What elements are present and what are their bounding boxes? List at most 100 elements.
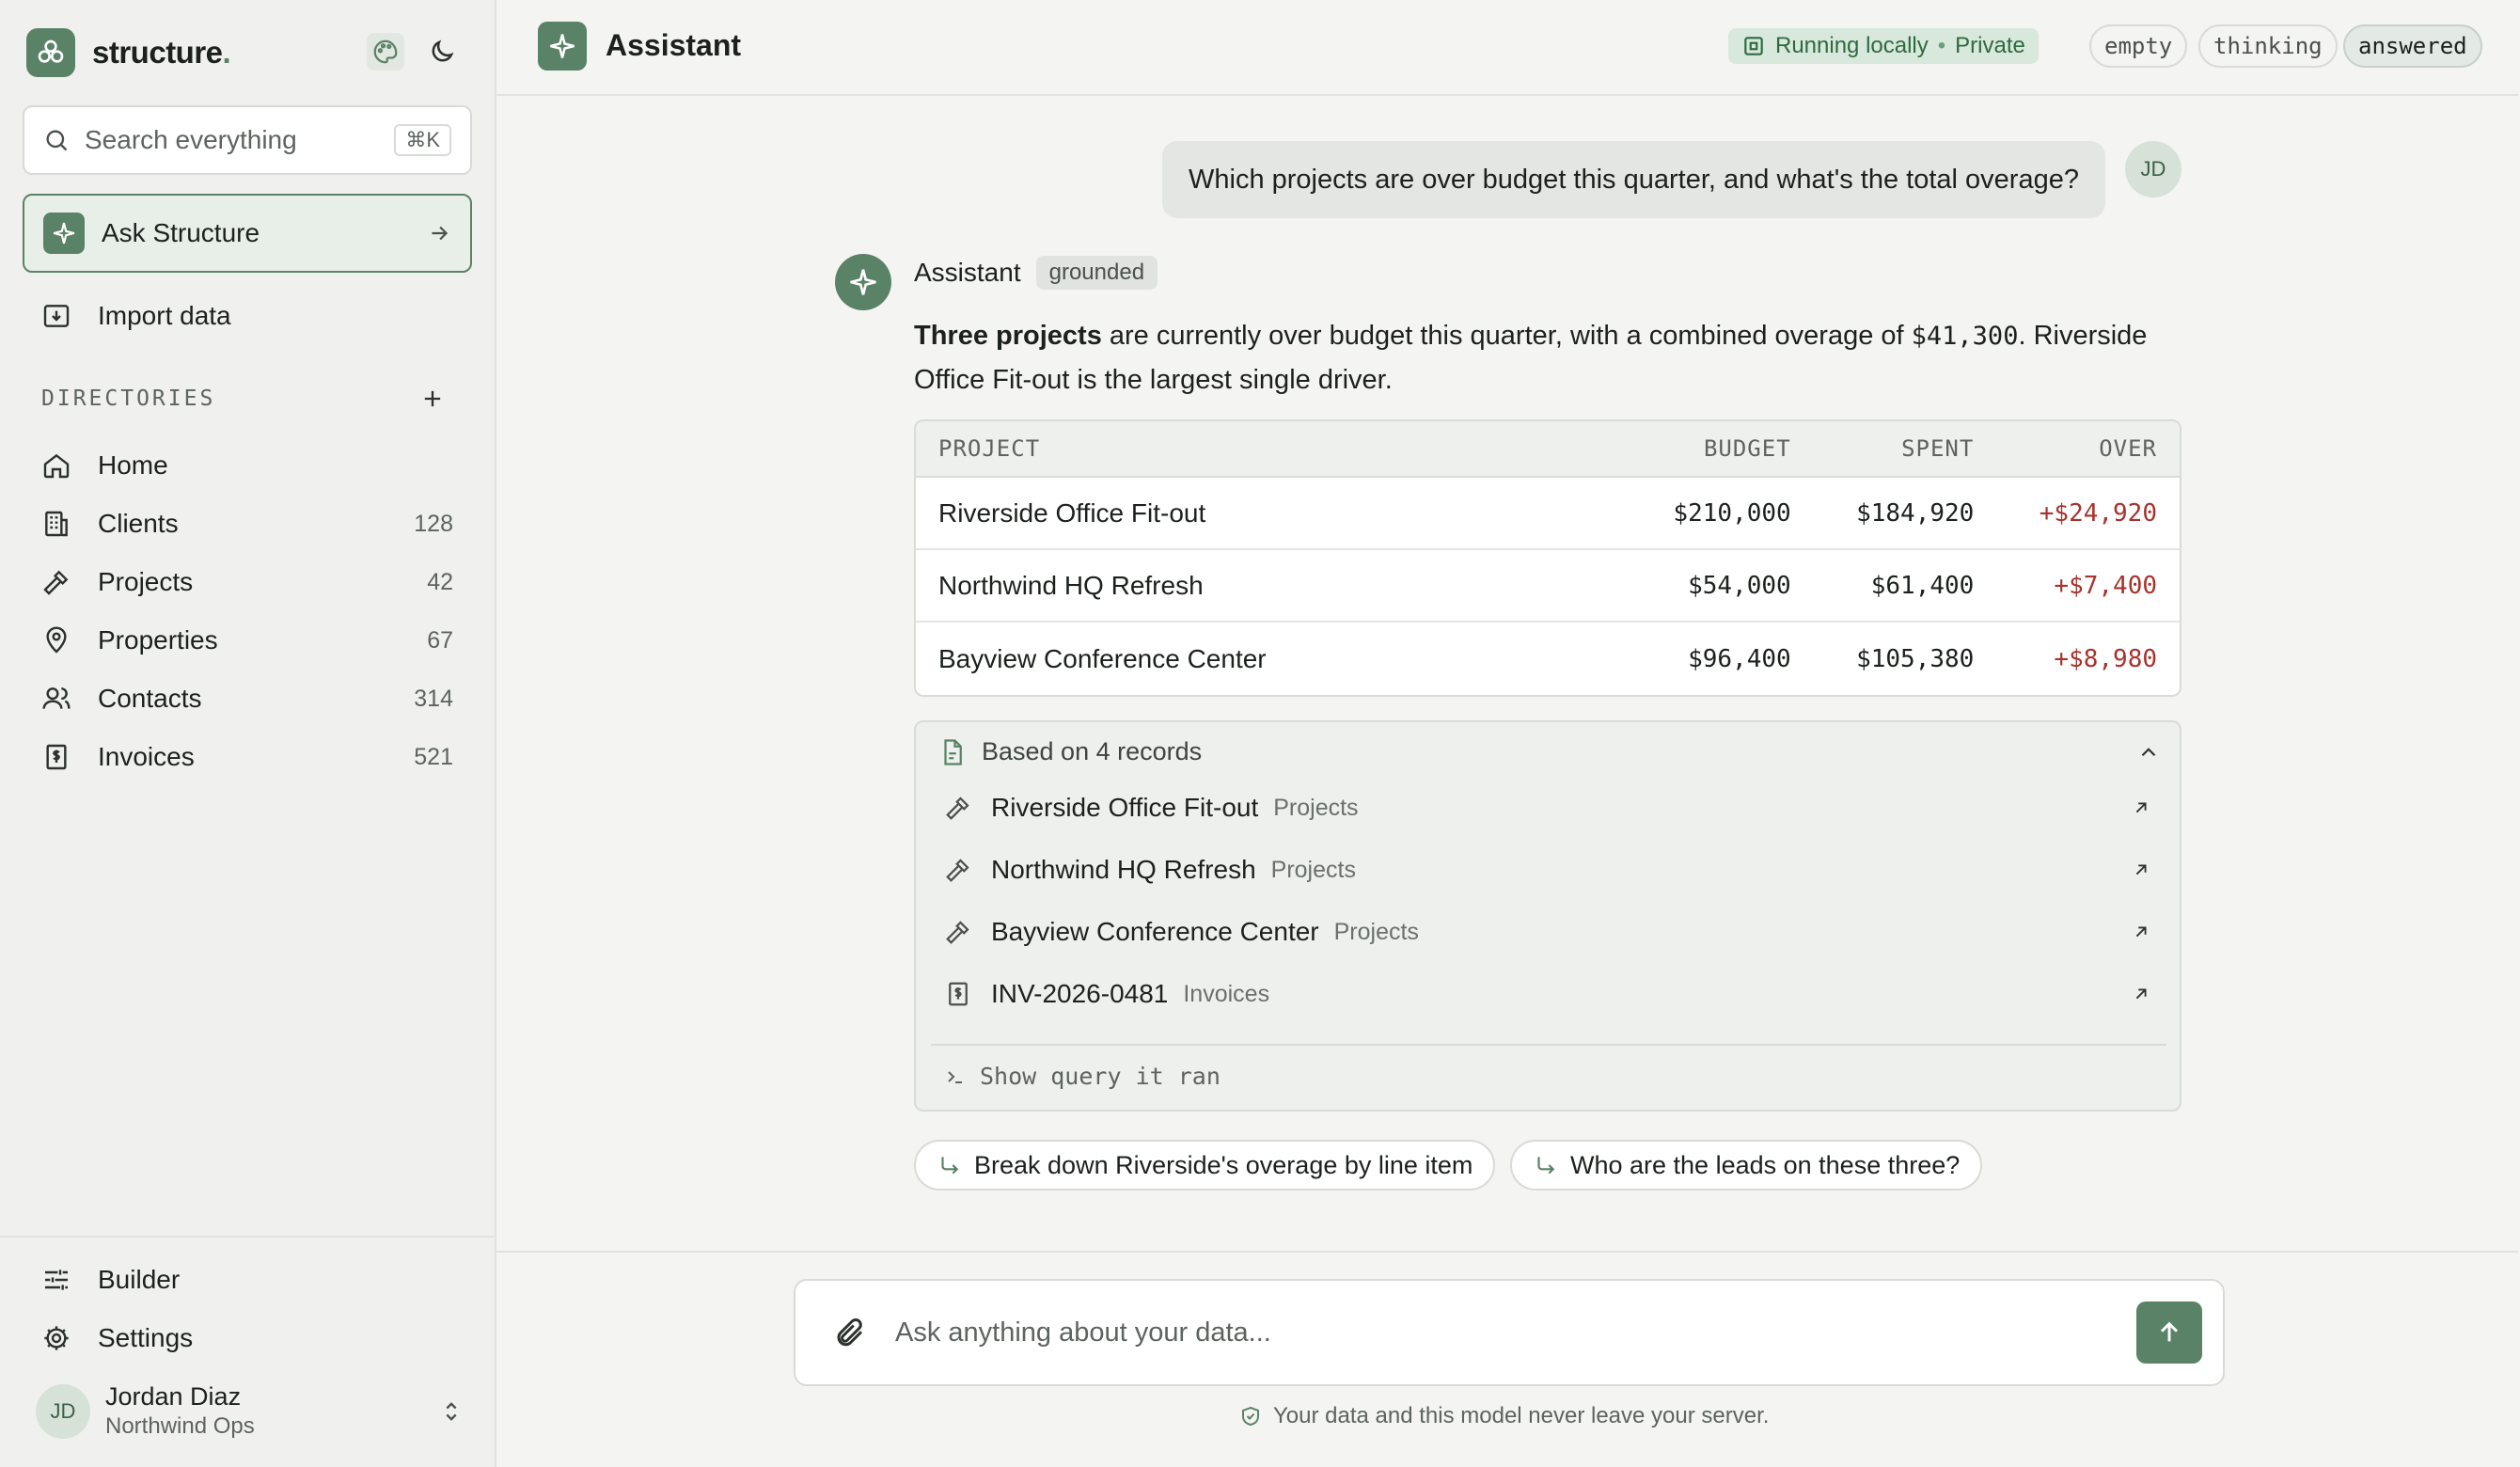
sidebar-item-builder[interactable]: Builder: [41, 1256, 453, 1303]
cell-spent: $61,400: [1813, 550, 1997, 623]
sidebar-item-invoices[interactable]: Invoices 521: [41, 734, 453, 781]
header: Assistant Running locally • Private empt…: [496, 0, 2518, 96]
chevron-up-down-icon: [446, 1401, 457, 1421]
privacy-note: Your data and this model never leave you…: [1239, 1403, 1769, 1429]
user-info: Jordan Diaz Northwind Ops: [105, 1382, 438, 1440]
record-item[interactable]: Bayview Conference Center Projects: [944, 908, 2151, 955]
user-name: Jordan Diaz: [105, 1382, 242, 1411]
answer-text-1: are currently over budget this quarter, …: [1101, 321, 1912, 351]
sidebar-item-label: Clients: [98, 509, 179, 538]
arrow-up-right-icon: [2135, 802, 2147, 813]
hammer-icon: [946, 797, 969, 820]
state-toggle-empty[interactable]: empty: [2089, 24, 2188, 68]
sidebar-item-properties[interactable]: Properties 67: [41, 617, 453, 664]
sidebar-item-count: 67: [427, 626, 453, 654]
source-records-panel: Based on 4 records Riverside Office Fit-…: [914, 720, 2181, 1112]
record-name: INV-2026-0481: [991, 979, 1169, 1008]
record-category: Projects: [1273, 794, 1359, 821]
arrow-up-right-icon: [2135, 864, 2147, 875]
sidebar-item-clients[interactable]: Clients 128: [41, 500, 453, 547]
sidebar-item-projects[interactable]: Projects 42: [41, 559, 453, 606]
suggestion-chip[interactable]: Who are the leads on these three?: [1510, 1140, 1983, 1191]
table-header-row: PROJECT BUDGET SPENT OVER: [916, 421, 2180, 478]
sidebar-item-count: 42: [427, 568, 453, 595]
record-item[interactable]: Northwind HQ Refresh Projects: [944, 846, 2151, 893]
page-title: Assistant: [606, 28, 742, 62]
arrow-up-icon: [2160, 1321, 2179, 1342]
records-title: Based on 4 records: [982, 737, 1203, 765]
cell-over: +$8,980: [2054, 644, 2157, 673]
add-directory-plus-icon[interactable]: [419, 386, 446, 412]
assistant-answer: Three projects are currently over budget…: [914, 314, 2193, 402]
import-data-button[interactable]: Import data: [41, 292, 453, 339]
paperclip-icon[interactable]: [833, 1316, 867, 1349]
cell-budget: $210,000: [1630, 478, 1814, 550]
arrow-up-right-icon: [2135, 926, 2147, 938]
cell-project: Bayview Conference Center: [938, 643, 1267, 673]
import-icon: [43, 305, 70, 327]
sidebar-item-contacts[interactable]: Contacts 314: [41, 675, 453, 722]
server-icon: [1744, 37, 1763, 55]
user-menu[interactable]: JD Jordan Diaz Northwind Ops: [36, 1382, 465, 1440]
records-toggle[interactable]: Based on 4 records: [938, 737, 2161, 766]
search-icon: [46, 130, 68, 151]
sidebar-item-label: Projects: [98, 567, 194, 596]
record-category: Invoices: [1183, 980, 1270, 1007]
invoice-icon: [949, 982, 968, 1006]
table-row: Bayview Conference Center $96,400 $105,3…: [916, 623, 2180, 695]
column-header-over: OVER: [1996, 421, 2180, 478]
dark-mode-moon-icon[interactable]: [423, 33, 461, 71]
sidebar-item-label: Builder: [98, 1265, 181, 1294]
sliders-icon: [45, 1270, 68, 1290]
sparkle-icon: [43, 213, 85, 254]
grounded-badge: grounded: [1035, 256, 1158, 290]
arrow-right-icon: [432, 226, 449, 241]
suggestion-chip[interactable]: Break down Riverside's overage by line i…: [914, 1140, 1496, 1191]
answer-amount: $41,300: [1911, 322, 2019, 351]
sidebar: structure. Search everything ⌘K Ask Stru…: [0, 0, 496, 1467]
avatar: JD: [36, 1383, 90, 1439]
home-icon: [43, 453, 70, 479]
ask-structure-button[interactable]: Ask Structure: [23, 194, 472, 273]
theme-palette-icon[interactable]: [367, 33, 404, 71]
sidebar-item-label: Home: [98, 450, 168, 480]
sidebar-item-home[interactable]: Home: [41, 442, 453, 489]
sidebar-item-label: Properties: [98, 625, 218, 655]
cell-spent: $105,380: [1856, 644, 1975, 673]
composer-input[interactable]: Ask anything about your data...: [895, 1317, 2136, 1349]
record-name: Riverside Office Fit-out: [991, 793, 1259, 822]
cell-budget: $96,400: [1688, 644, 1791, 673]
table-row: Riverside Office Fit-out $210,000 $184,9…: [916, 478, 2180, 550]
send-button[interactable]: [2136, 1301, 2202, 1364]
brand[interactable]: structure.: [26, 26, 231, 79]
state-toggle-thinking[interactable]: thinking: [2198, 24, 2338, 68]
sidebar-item-count: 314: [414, 685, 453, 712]
search-input[interactable]: Search everything ⌘K: [23, 105, 472, 175]
sidebar-item-settings[interactable]: Settings: [41, 1315, 453, 1362]
records-divider: [931, 1044, 2166, 1046]
main-panel: Assistant Running locally • Private empt…: [496, 0, 2520, 1467]
record-category: Projects: [1270, 856, 1356, 883]
projects-table: PROJECT BUDGET SPENT OVER Riverside Offi…: [914, 419, 2181, 697]
hammer-icon: [43, 570, 69, 595]
record-item[interactable]: Riverside Office Fit-out Projects: [944, 784, 2151, 831]
column-header-spent: SPENT: [1813, 421, 1997, 478]
sidebar-item-count: 521: [414, 743, 453, 770]
arrow-up-right-icon: [2135, 988, 2147, 1000]
user-org: Northwind Ops: [105, 1413, 255, 1439]
map-pin-icon: [46, 626, 67, 654]
directories-heading: DIRECTORIES: [41, 386, 446, 412]
ask-structure-label: Ask Structure: [102, 218, 260, 247]
cell-over: +$24,920: [1996, 478, 2180, 550]
terminal-icon: [948, 1070, 962, 1083]
corner-down-right-icon: [1537, 1157, 1555, 1175]
message-composer[interactable]: Ask anything about your data...: [794, 1279, 2225, 1386]
show-query-button[interactable]: Show query it ran: [944, 1063, 1221, 1090]
hammer-icon: [946, 859, 969, 882]
answer-bold: Three projects: [914, 321, 1102, 351]
column-header-budget: BUDGET: [1630, 421, 1814, 478]
search-shortcut: ⌘K: [394, 124, 451, 156]
cell-over: +$7,400: [1996, 550, 2180, 623]
state-toggle-answered[interactable]: answered: [2343, 24, 2482, 68]
record-item[interactable]: INV-2026-0481 Invoices: [944, 970, 2151, 1017]
